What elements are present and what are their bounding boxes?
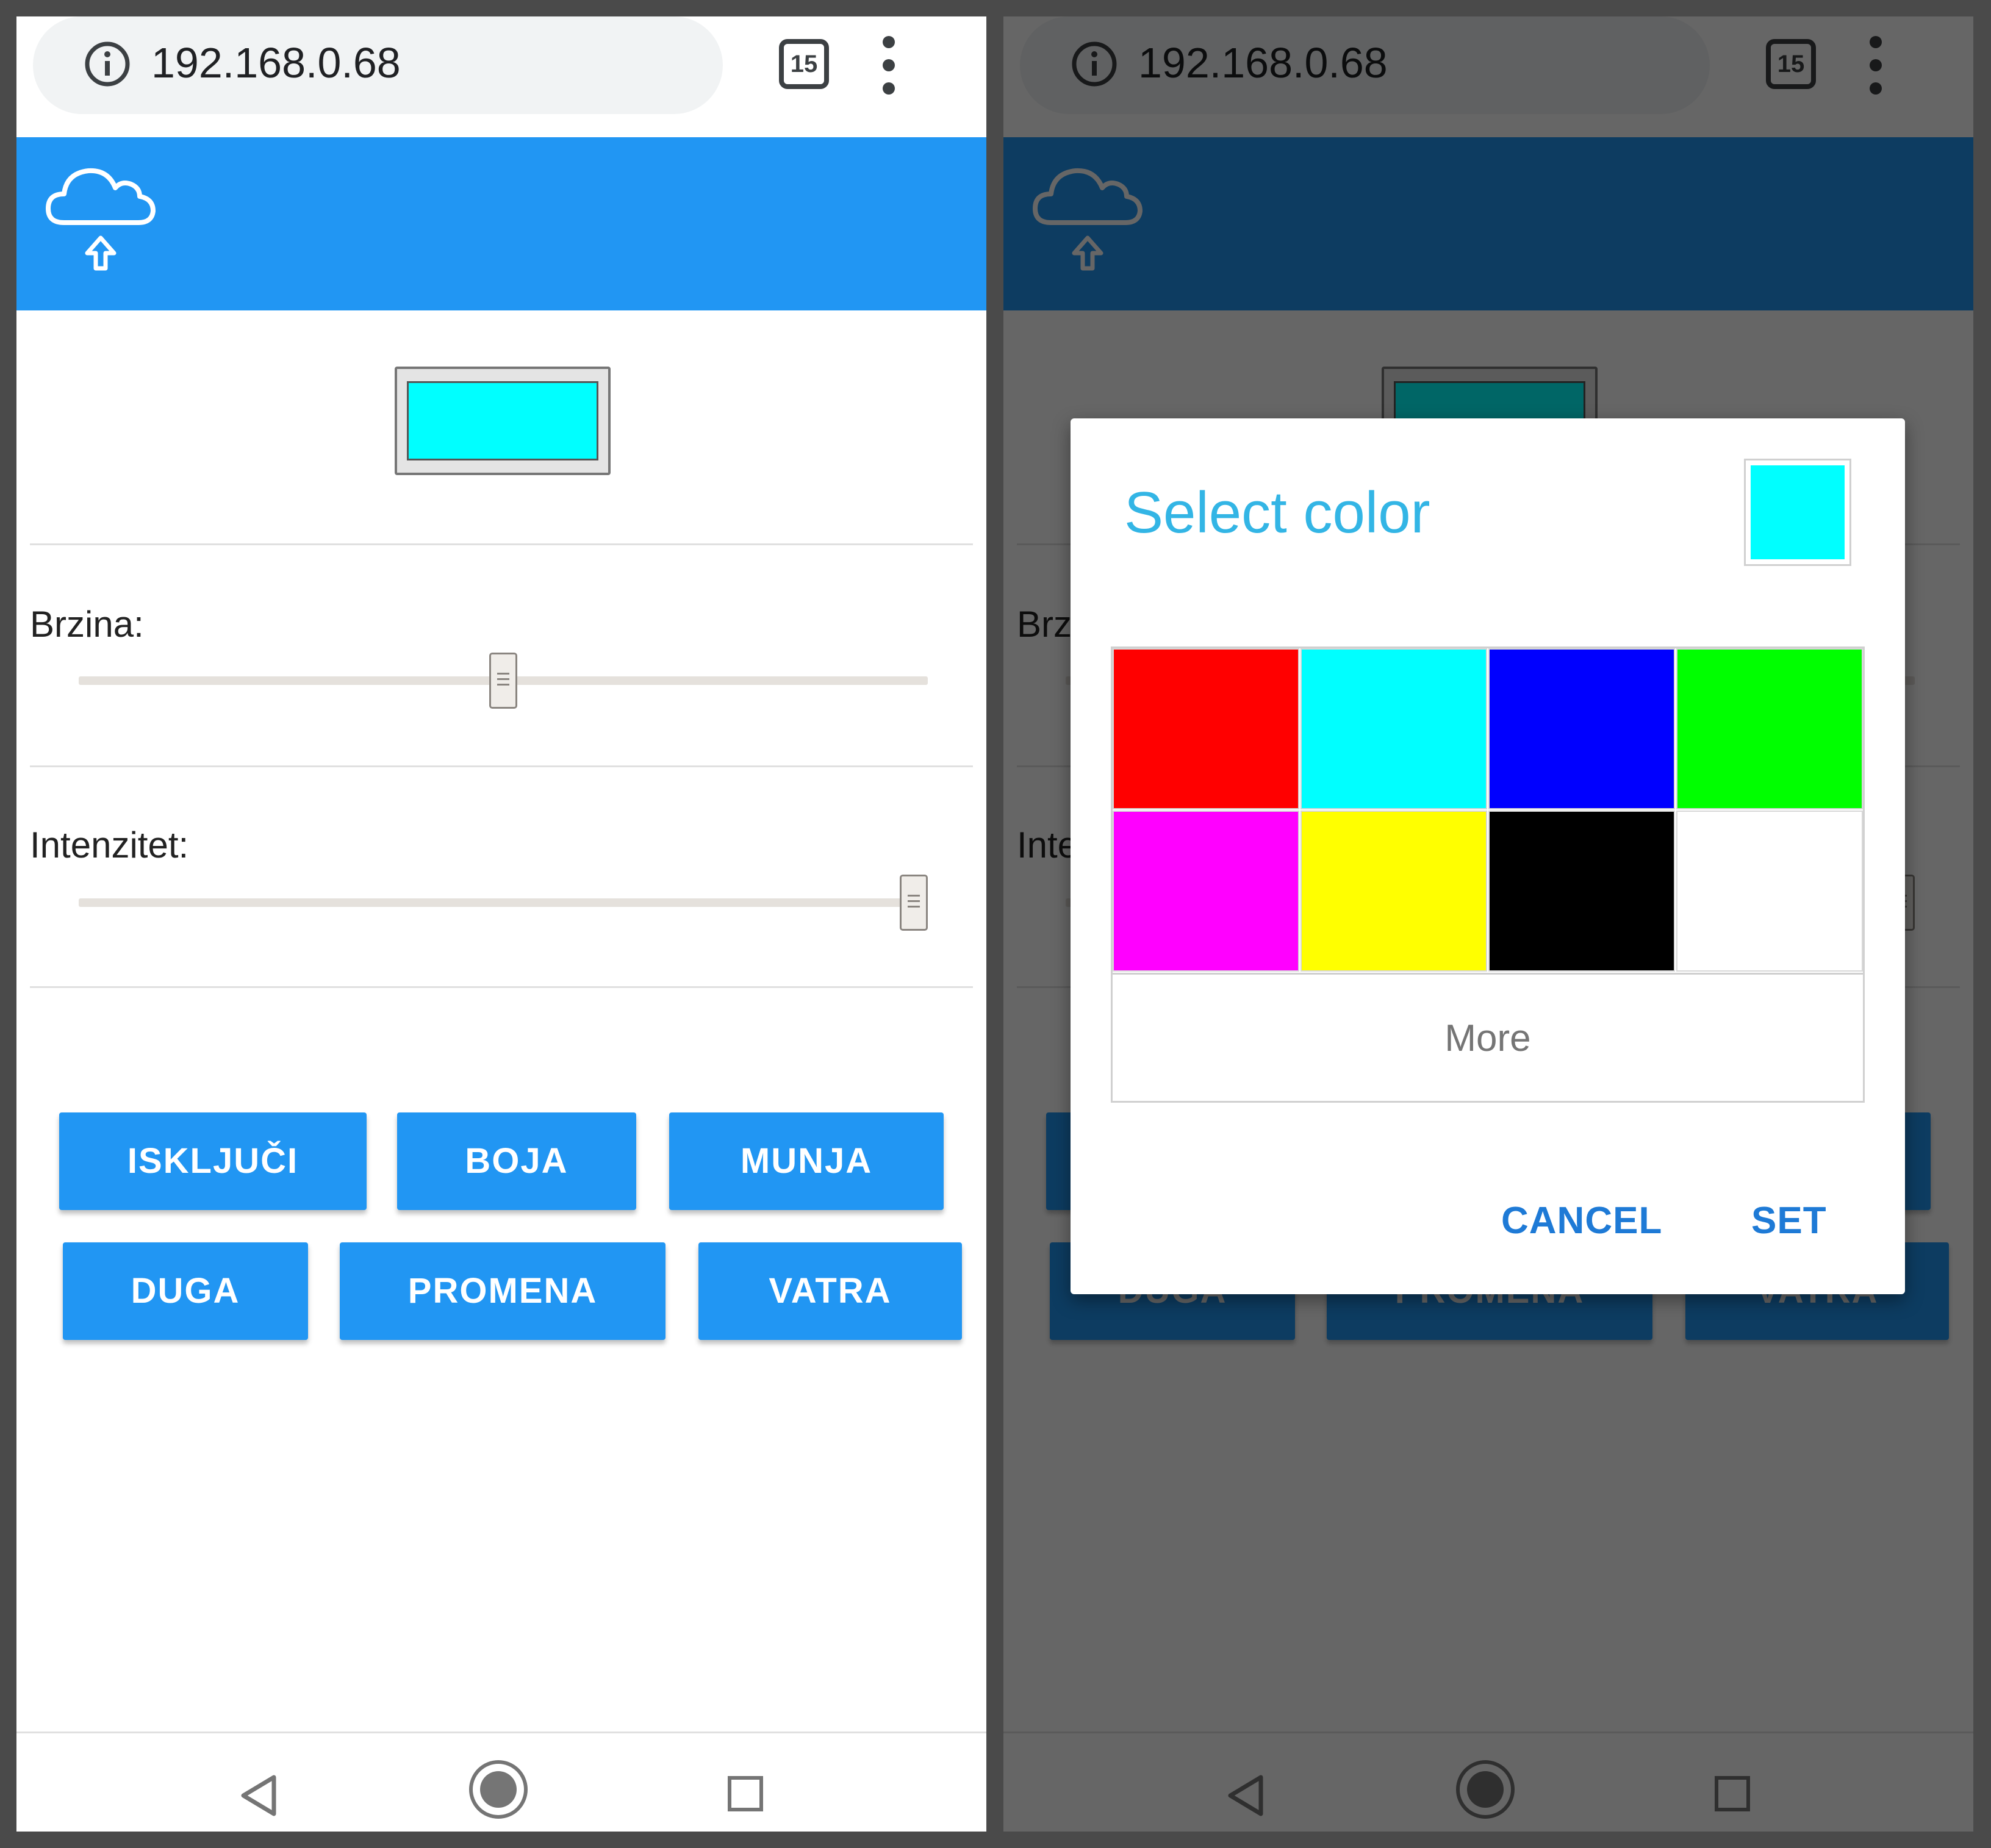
color-palette: More xyxy=(1111,646,1865,1103)
palette-swatch-black[interactable] xyxy=(1488,811,1675,972)
more-colors-button[interactable]: More xyxy=(1113,973,1863,1101)
speed-slider-thumb[interactable] xyxy=(489,653,517,709)
palette-swatch-red[interactable] xyxy=(1113,648,1299,809)
browser-toolbar: 192.168.0.68 15 xyxy=(16,16,986,137)
divider xyxy=(30,986,973,988)
divider xyxy=(30,765,973,767)
set-button[interactable]: SET xyxy=(1751,1199,1827,1242)
palette-swatch-green[interactable] xyxy=(1676,648,1863,809)
cancel-button[interactable]: CANCEL xyxy=(1501,1199,1662,1242)
divider xyxy=(30,543,973,545)
url-bar[interactable]: 192.168.0.68 xyxy=(33,16,723,114)
color-picker-button[interactable] xyxy=(395,367,611,475)
url-text: 192.168.0.68 xyxy=(151,39,401,87)
speed-label: Brzina: xyxy=(30,604,144,645)
current-color-fill xyxy=(407,381,598,460)
intensity-slider-track[interactable] xyxy=(79,875,928,931)
tabs-icon[interactable]: 15 xyxy=(779,39,829,89)
fire-button[interactable]: VATRA xyxy=(698,1242,962,1340)
palette-swatch-magenta[interactable] xyxy=(1113,811,1299,972)
app-header xyxy=(16,137,986,310)
intensity-label: Intenzitet: xyxy=(30,825,189,865)
system-nav-bar xyxy=(16,1732,986,1832)
cloud-upload-icon xyxy=(46,168,156,271)
palette-swatch-blue[interactable] xyxy=(1488,648,1675,809)
palette-swatch-yellow[interactable] xyxy=(1300,811,1487,972)
selected-color-preview xyxy=(1744,459,1851,566)
more-vert-icon[interactable] xyxy=(877,36,901,95)
back-triangle-icon[interactable] xyxy=(236,1771,285,1820)
phone-screen-main: 192.168.0.68 15 Brzina: Intenzitet: ISKL… xyxy=(16,16,986,1832)
selected-color-fill xyxy=(1751,465,1845,559)
home-circle-icon[interactable] xyxy=(469,1760,528,1819)
color-button[interactable]: BOJA xyxy=(397,1112,636,1210)
color-dialog: Select color More CANCEL SET xyxy=(1071,418,1905,1294)
speed-slider-track[interactable] xyxy=(79,653,928,709)
palette-swatch-cyan[interactable] xyxy=(1300,648,1487,809)
intensity-slider-thumb[interactable] xyxy=(900,875,928,931)
dialog-title: Select color xyxy=(1124,480,1430,545)
rainbow-button[interactable]: DUGA xyxy=(63,1242,308,1340)
change-button[interactable]: PROMENA xyxy=(340,1242,665,1340)
off-button[interactable]: ISKLJUČI xyxy=(59,1112,367,1210)
palette-swatch-white[interactable] xyxy=(1676,811,1863,972)
lightning-button[interactable]: MUNJA xyxy=(669,1112,944,1210)
phone-screen-dialog: 192.168.0.68 15 Brzina: Intenzitet: ISKL… xyxy=(1003,16,1973,1832)
recent-square-icon[interactable] xyxy=(728,1776,763,1811)
info-icon[interactable] xyxy=(84,41,131,87)
